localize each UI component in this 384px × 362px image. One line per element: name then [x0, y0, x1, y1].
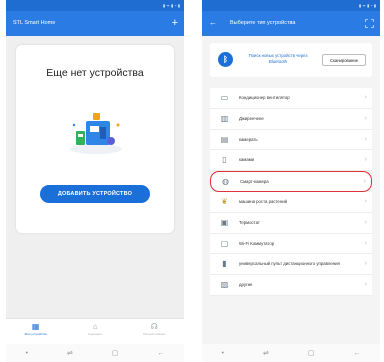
device-type-plant-growth[interactable]: ❦ машина роста растений ›: [210, 191, 372, 213]
grid-icon: ▦: [31, 322, 40, 331]
list-item-label: Кондиционер вентилятор: [239, 95, 290, 100]
thermostat-icon: ▣: [220, 217, 229, 227]
chevron-right-icon: ›: [364, 239, 367, 247]
add-device-button[interactable]: ДОБАВИТЬ УСТРОЙСТВО: [40, 185, 150, 203]
device-type-air-conditioner[interactable]: ▭ Кондиционер вентилятор ›: [210, 88, 372, 109]
chevron-right-icon: ›: [364, 197, 367, 205]
tab-account[interactable]: ☊ Личный кабинет: [125, 319, 184, 345]
device-type-smart-camera[interactable]: ◍ Смарт-камера ›: [210, 171, 372, 192]
tab-label: Личный кабинет: [143, 332, 166, 336]
device-type-other[interactable]: ▨ другие ›: [210, 275, 372, 296]
nav-dot-icon[interactable]: •: [26, 350, 28, 357]
list-item-label: Wi-Fi Коммутатор: [239, 240, 275, 246]
device-type-heater[interactable]: ▤ камерать ›: [210, 129, 372, 151]
empty-state-title: Еще нет устройства: [46, 67, 144, 79]
bluetooth-icon: ᛒ: [218, 52, 233, 67]
switch-icon: ▢: [220, 238, 229, 248]
system-nav-bar: • ⇌ ▢ ←: [6, 344, 184, 362]
status-bar: ▮ ᯤ ▮ ◔ ▮: [6, 0, 184, 11]
device-type-fan[interactable]: ▥ Джиренчене ›: [210, 108, 372, 130]
list-item-label: другие: [239, 282, 253, 288]
device-type-thermostat[interactable]: ▣ Термостат ›: [210, 212, 372, 234]
device-type-camera[interactable]: ▯ камами ›: [210, 150, 372, 172]
heater-icon: ▤: [220, 134, 229, 144]
list-item-label: Смарт-камера: [240, 179, 269, 185]
tab-my-devices[interactable]: ▦ Мои устройства: [6, 319, 65, 345]
list-item-label: камерать: [239, 136, 258, 142]
chevron-right-icon: ›: [364, 135, 367, 143]
home-icon: ⌂: [92, 322, 98, 331]
status-icons: ▮ ᯤ ▮ ◔ ▮: [162, 3, 180, 8]
scan-qr-icon[interactable]: [365, 19, 374, 28]
device-type-wifi-switch[interactable]: ▢ Wi-Fi Коммутатор ›: [210, 233, 372, 255]
bluetooth-scan-text: Поиск новых устройств через Bluetooth: [248, 53, 308, 64]
empty-state-card: Еще нет устройства ДОБАВИТЬ УСТРОЙСТВО: [16, 45, 174, 233]
chevron-right-icon: ›: [363, 178, 366, 186]
status-bar: ▮ ᯤ ▮ ◔ ▮: [202, 0, 380, 11]
tab-label: Мои устройства: [24, 332, 47, 336]
status-icons: ▮ ᯤ ▮ ◔ ▮: [358, 3, 376, 8]
list-item-label: Джиренчене: [239, 115, 264, 121]
remote-icon: ▮: [222, 259, 227, 269]
app-bar: ← Выберите тип устройства: [202, 11, 380, 36]
chevron-right-icon: ›: [364, 260, 367, 268]
home-button-icon[interactable]: ▢: [308, 349, 315, 357]
system-nav-bar: • ⇌ ▢ ←: [202, 344, 380, 362]
camera-icon: ▯: [222, 155, 227, 165]
other-icon: ▨: [220, 280, 229, 290]
list-item-label: машина роста растений: [239, 198, 287, 204]
tab-scenes[interactable]: ⌂ Сценарии: [65, 319, 124, 345]
chevron-right-icon: ›: [364, 156, 367, 164]
air-conditioner-icon: ▭: [220, 93, 229, 102]
bottom-tab-bar: ▦ Мои устройства ⌂ Сценарии ☊ Личный каб…: [6, 318, 184, 345]
app-title: STL Smart Home: [13, 20, 56, 26]
home-button-icon[interactable]: ▢: [112, 349, 119, 357]
page-title: Выберите тип устройства: [230, 20, 296, 26]
chevron-right-icon: ›: [364, 94, 367, 101]
list-item-label: универсальный пульт дистанционного управ…: [239, 261, 340, 267]
chevron-right-icon: ›: [364, 218, 367, 226]
fan-icon: ▥: [220, 113, 229, 123]
recent-apps-icon[interactable]: ⇌: [263, 349, 269, 357]
back-arrow-icon[interactable]: ←: [209, 11, 217, 35]
right-phone-screen: ▮ ᯤ ▮ ◔ ▮ ← Выберите тип устройства ᛒ По…: [202, 0, 380, 362]
recent-apps-icon[interactable]: ⇌: [67, 349, 73, 357]
scan-button[interactable]: Сканирование: [322, 54, 366, 66]
tab-label: Сценарии: [88, 332, 102, 336]
plant-icon: ❦: [221, 196, 228, 206]
chevron-right-icon: ›: [364, 114, 367, 122]
smart-camera-icon: ◍: [222, 177, 229, 187]
headset-icon: ☊: [150, 322, 158, 331]
left-phone-screen: ▮ ᯤ ▮ ◔ ▮ STL Smart Home + Еще нет устро…: [6, 0, 184, 362]
device-type-universal-remote[interactable]: ▮ универсальный пульт дистанционного упр…: [210, 254, 372, 276]
device-type-list: ▭ Кондиционер вентилятор › ▥ Джиренчене …: [210, 88, 372, 296]
bluetooth-scan-card: ᛒ Поиск новых устройств через Bluetooth …: [210, 43, 372, 77]
list-item-label: камами: [239, 157, 255, 163]
chevron-right-icon: ›: [364, 281, 367, 289]
back-icon[interactable]: ←: [353, 350, 360, 357]
devices-illustration-icon: [70, 113, 122, 154]
plus-icon[interactable]: +: [172, 11, 178, 35]
list-item-label: Термостат: [239, 219, 260, 225]
nav-dot-icon[interactable]: •: [222, 350, 224, 357]
app-bar: STL Smart Home +: [6, 11, 184, 36]
back-icon[interactable]: ←: [157, 350, 164, 357]
